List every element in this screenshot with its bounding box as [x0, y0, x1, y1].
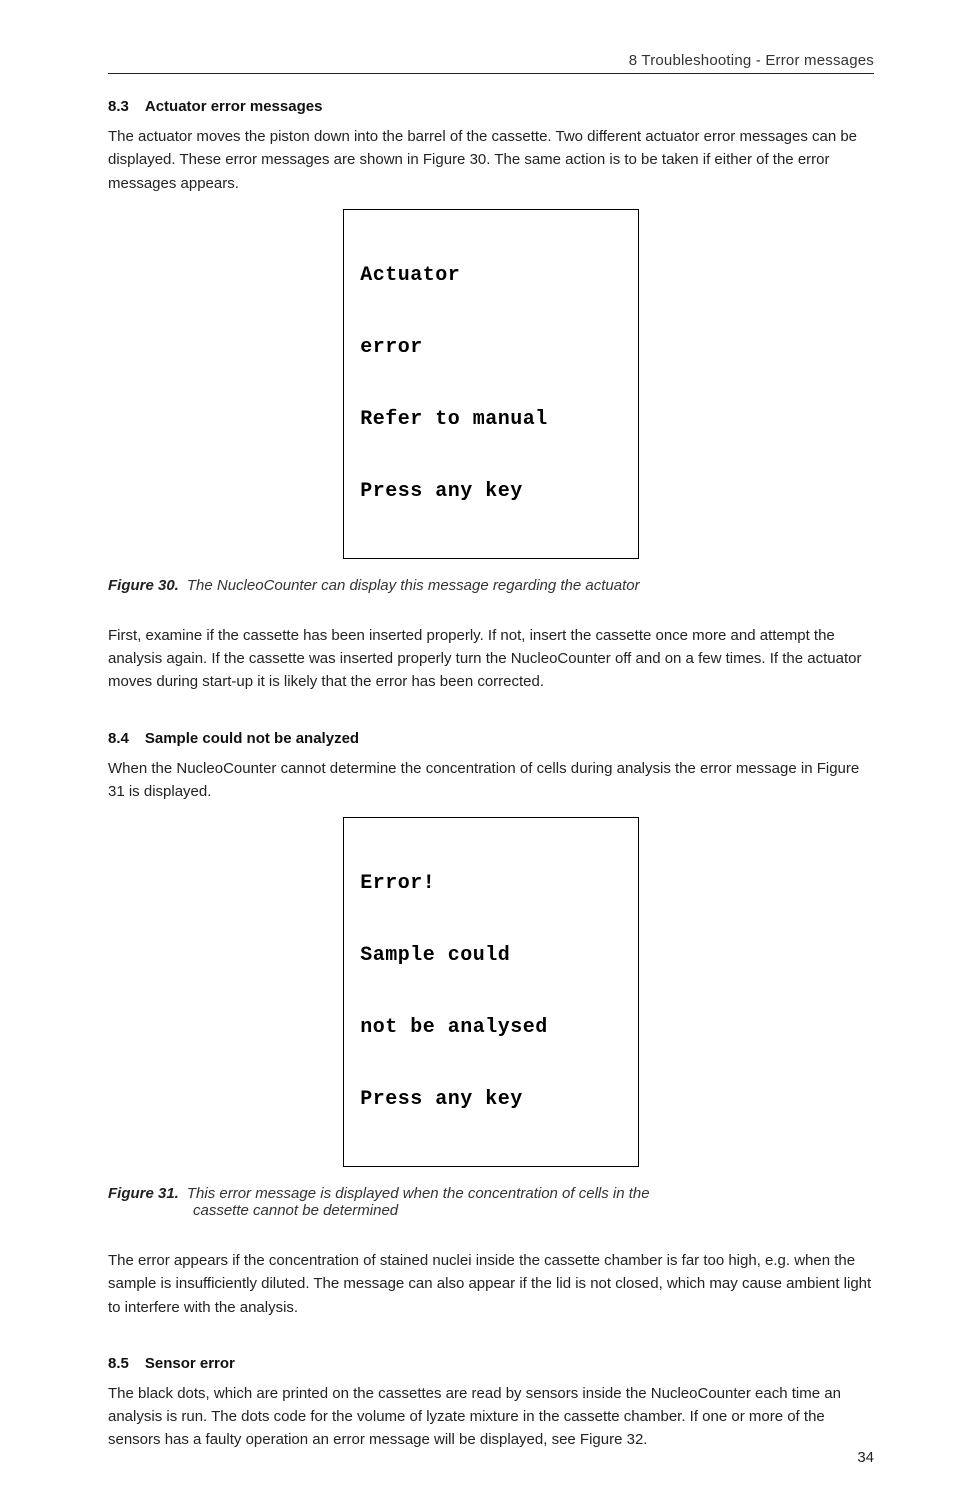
- figure-31-display: Error! Sample could not be analysed Pres…: [108, 817, 874, 1167]
- figure-31-caption: Figure 31. This error message is displaye…: [108, 1185, 874, 1219]
- lcd-line: not be analysed: [360, 1016, 548, 1040]
- paragraph: The error appears if the concentration o…: [108, 1249, 874, 1319]
- figure-label: Figure 31.: [108, 1185, 179, 1202]
- figure-30-caption: Figure 30. The NucleoCounter can display …: [108, 577, 874, 594]
- figure-caption-text-line2: cassette cannot be determined: [193, 1202, 874, 1219]
- section-heading-8-4: 8.4 Sample could not be analyzed: [108, 730, 874, 747]
- figure-label: Figure 30.: [108, 577, 179, 594]
- figure-caption-text: This error message is displayed when the…: [187, 1185, 650, 1202]
- section-number: 8.3: [108, 98, 129, 115]
- paragraph: When the NucleoCounter cannot determine …: [108, 757, 874, 804]
- running-header: 8 Troubleshooting - Error messages: [108, 52, 874, 69]
- lcd-line: Error!: [360, 872, 548, 896]
- lcd-line: Refer to manual: [360, 408, 548, 432]
- paragraph: The actuator moves the piston down into …: [108, 125, 874, 195]
- lcd-line: Press any key: [360, 480, 548, 504]
- section-title: Sensor error: [145, 1355, 235, 1372]
- lcd-line: Sample could: [360, 944, 548, 968]
- figure-caption-text: The NucleoCounter can display this messa…: [187, 577, 640, 594]
- section-heading-8-3: 8.3 Actuator error messages: [108, 98, 874, 115]
- section-title: Actuator error messages: [145, 98, 323, 115]
- paragraph: First, examine if the cassette has been …: [108, 624, 874, 694]
- lcd-line: error: [360, 336, 548, 360]
- section-number: 8.4: [108, 730, 129, 747]
- lcd-line: Actuator: [360, 264, 548, 288]
- section-number: 8.5: [108, 1355, 129, 1372]
- page-container: 8 Troubleshooting - Error messages 8.3 Ac…: [0, 0, 954, 1506]
- paragraph: The black dots, which are printed on the…: [108, 1382, 874, 1452]
- lcd-screen: Actuator error Refer to manual Press any…: [343, 209, 639, 559]
- figure-30-display: Actuator error Refer to manual Press any…: [108, 209, 874, 559]
- lcd-screen: Error! Sample could not be analysed Pres…: [343, 817, 639, 1167]
- section-title: Sample could not be analyzed: [145, 730, 359, 747]
- page-number: 34: [857, 1449, 874, 1466]
- lcd-line: Press any key: [360, 1088, 548, 1112]
- header-rule: [108, 73, 874, 74]
- section-heading-8-5: 8.5 Sensor error: [108, 1355, 874, 1372]
